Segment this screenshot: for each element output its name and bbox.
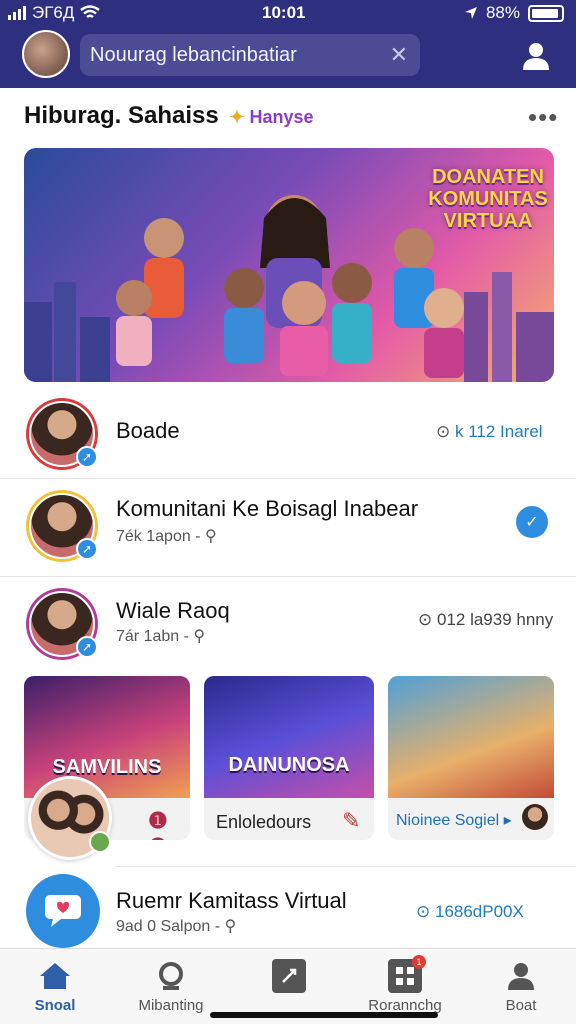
content-card[interactable]: DAINUNOSA Enloledours ✎ (204, 676, 374, 840)
nav-item-profile[interactable]: Boat (466, 959, 576, 1014)
card-thumbnail (388, 676, 554, 798)
chat-bubble-icon (45, 895, 81, 927)
chevron-right-icon: ▸ (503, 812, 512, 829)
list-item-meta: ⊙ 1686dP00X (416, 902, 524, 922)
banner-line-2: KOMUNITAS (428, 188, 548, 210)
nav-item-grid[interactable]: 1 Rorannchg (350, 955, 460, 1014)
wifi-icon (80, 5, 101, 18)
battery-percent: 88% (485, 3, 520, 22)
clock-icon: ⊙ (436, 422, 451, 441)
section-badge: ✦ Hanyse (229, 107, 314, 127)
pin-icon: ⚲ (193, 628, 206, 645)
avatar[interactable]: ➚ (26, 588, 98, 660)
card-caption: Nioinee Sogiel ▸ (396, 810, 512, 830)
banner-line-3: VIRTUAA (443, 210, 533, 232)
home-indicator[interactable] (210, 1012, 438, 1018)
chat-button[interactable] (26, 874, 100, 948)
section-badge-text: Hanyse (249, 107, 314, 127)
list-item-subtitle: 7ék 1apon - ⚲ (116, 526, 217, 546)
card-caption: Enloledours (216, 812, 312, 832)
nav-label: Mibanting (138, 997, 204, 1014)
more-options-button[interactable]: ••• (528, 102, 558, 133)
link-icon (282, 968, 297, 983)
card-caption-text: Nioinee Sogiel (396, 812, 500, 829)
nav-label: Snoal (34, 997, 76, 1014)
list-item-meta-text: 012 la939 hnny (436, 610, 554, 629)
list-item-subtitle-text: 7ék 1apon - (116, 528, 201, 545)
avatar[interactable]: ➚ (26, 490, 98, 562)
featured-banner[interactable]: DOANATEN KOMUNITAS VIRTUAA (24, 148, 554, 382)
signal-icon (8, 6, 26, 20)
divider (0, 478, 576, 479)
top-app-bar: ЭГ6Д 10:01 88% ✕ (0, 0, 576, 88)
notification-badge: 1 (412, 955, 426, 969)
close-icon[interactable]: ✕ (390, 42, 408, 68)
edit-icon[interactable]: ✎ (342, 808, 360, 834)
user-icon (508, 963, 534, 990)
content-card[interactable]: Nioinee Sogiel ▸ (388, 676, 554, 840)
card-title: SAMVILINS (52, 756, 162, 778)
clock-icon: ⊙ (416, 902, 431, 921)
divider (116, 866, 576, 867)
user-avatar[interactable] (22, 30, 70, 78)
home-icon (40, 963, 70, 989)
link-badge-icon: ➚ (76, 446, 98, 468)
avatar[interactable]: ➚ (26, 398, 98, 470)
nav-item-link[interactable] (234, 959, 344, 997)
location-arrow-icon (464, 7, 477, 19)
list-item-meta: ⊙ 012 la939 hnny (418, 610, 553, 630)
clock-icon: ⊙ (418, 610, 433, 629)
pin-icon: ⚲ (204, 528, 217, 545)
divider (0, 576, 576, 577)
battery-icon (528, 4, 564, 22)
section-title: Hiburag. Sahaiss (24, 102, 219, 129)
nav-item-community[interactable]: Mibanting (116, 959, 226, 1014)
clock: 10:01 (262, 3, 306, 22)
list-item-meta: ⊙ k 112 Inarel (436, 422, 543, 442)
status-bar: ЭГ6Д 10:01 88% (0, 0, 576, 26)
nav-label: Boat (505, 997, 537, 1014)
banner-line-1: DOANATEN (432, 166, 544, 188)
card-thumbnail (204, 676, 374, 798)
grid-icon (396, 967, 414, 985)
carrier-label: ЭГ6Д (32, 3, 75, 22)
list-item-subtitle-text: 9ad 0 Salpon - (116, 918, 221, 935)
pin-icon: ⚲ (224, 918, 237, 935)
list-item-title[interactable]: Komunitani Ke Boisagl Inabear (116, 496, 418, 522)
search-input[interactable] (90, 40, 380, 70)
list-item-subtitle: 9ad 0 Salpon - ⚲ (116, 916, 236, 936)
card-action-icon[interactable]: ❶ ❷ (148, 808, 190, 840)
search-bar: ✕ (80, 34, 420, 76)
card-thumbnail (24, 676, 190, 798)
list-item-subtitle: 7ár 1abn - ⚲ (116, 626, 205, 646)
card-title: DAINUNOSA (228, 754, 350, 776)
banner-headline: DOANATEN KOMUNITAS VIRTUAA (408, 166, 554, 232)
list-item-subtitle-text: 7ár 1abn - (116, 628, 189, 645)
list-item-title[interactable]: Boade (116, 418, 180, 444)
verified-check-icon: ✓ (516, 506, 548, 538)
list-item-meta-text: 1686dP00X (434, 902, 524, 921)
link-badge-icon: ➚ (76, 636, 98, 658)
community-icon (159, 962, 183, 990)
avatar[interactable] (522, 804, 548, 830)
section-header: Hiburag. Sahaiss ✦ Hanyse (24, 102, 314, 130)
list-item-title[interactable]: Ruemr Kamitass Virtual (116, 888, 347, 914)
card-avatar[interactable] (28, 776, 112, 860)
list-item-title[interactable]: Wiale Raoq (116, 598, 230, 624)
profile-button[interactable] (516, 36, 556, 76)
nav-item-home[interactable]: Snoal (0, 959, 110, 1014)
list-item-meta-text: k 112 Inarel (454, 422, 543, 441)
link-badge-icon: ➚ (76, 538, 98, 560)
user-icon (523, 43, 549, 70)
